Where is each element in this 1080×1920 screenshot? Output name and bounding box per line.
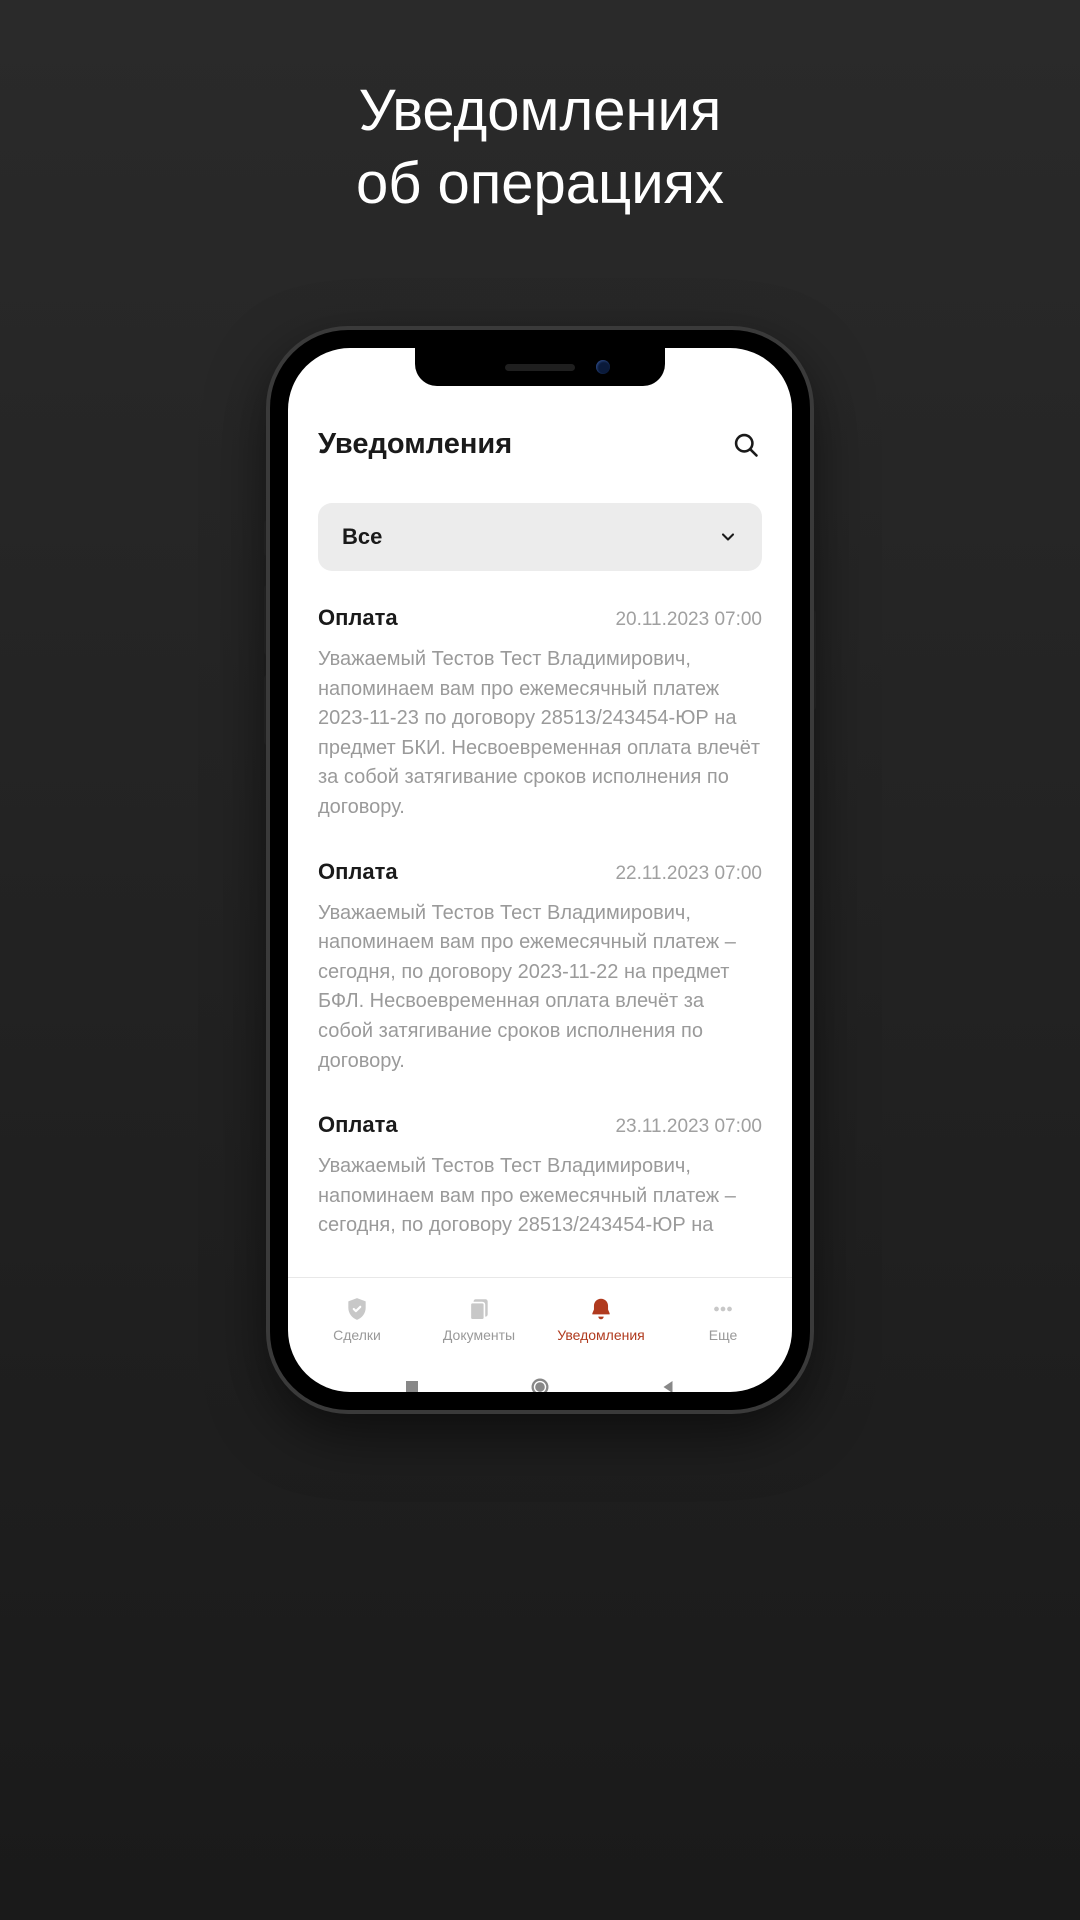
nav-home-button[interactable] [527, 1374, 553, 1392]
tab-documents[interactable]: Документы [418, 1278, 540, 1361]
page-title: Уведомления [318, 428, 512, 461]
search-button[interactable] [730, 429, 762, 461]
phone-mockup: Уведомления Все [270, 330, 810, 1410]
notification-body: Уважаемый Тестов Тест Владимирович, напо… [318, 645, 762, 823]
tab-more[interactable]: Еще [662, 1278, 784, 1361]
phone-camera [596, 360, 610, 374]
shield-check-icon [344, 1296, 370, 1322]
more-icon [710, 1296, 736, 1322]
phone-screen: Уведомления Все [288, 348, 792, 1392]
notification-body: Уважаемый Тестов Тест Владимирович, напо… [318, 899, 762, 1077]
tab-label: Сделки [333, 1327, 381, 1343]
notification-title: Оплата [318, 605, 398, 631]
chevron-down-icon [718, 527, 738, 547]
notification-header: Оплата 22.11.2023 07:00 [318, 859, 762, 885]
tab-bar: Сделки Документы [288, 1277, 792, 1361]
nav-recents-button[interactable] [399, 1374, 425, 1392]
notification-timestamp: 22.11.2023 07:00 [615, 863, 762, 885]
phone-speaker [505, 364, 575, 371]
hero-title: Уведомления об операциях [356, 75, 724, 220]
search-icon [732, 431, 760, 459]
notification-item[interactable]: Оплата 22.11.2023 07:00 Уважаемый Тестов… [318, 859, 762, 1077]
app-container: Уведомления Все [288, 348, 792, 1392]
documents-icon [466, 1296, 492, 1322]
notification-header: Оплата 23.11.2023 07:00 [318, 1112, 762, 1138]
tab-label: Еще [709, 1327, 738, 1343]
filter-selected-label: Все [342, 524, 382, 550]
filter-dropdown[interactable]: Все [318, 503, 762, 571]
notification-title: Оплата [318, 1112, 398, 1138]
tab-label: Документы [443, 1327, 515, 1343]
square-icon [403, 1378, 421, 1392]
content-area: Все Оплата 20.11.2023 07:00 Уважаемый [288, 485, 792, 1277]
tab-label: Уведомления [557, 1327, 645, 1343]
notification-timestamp: 23.11.2023 07:00 [615, 1116, 762, 1138]
circle-icon [529, 1376, 551, 1392]
system-nav-bar [288, 1361, 792, 1392]
notification-timestamp: 20.11.2023 07:00 [615, 609, 762, 631]
phone-side-button [810, 610, 816, 710]
notification-title: Оплата [318, 859, 398, 885]
notification-body: Уважаемый Тестов Тест Владимирович, напо… [318, 1152, 762, 1241]
notification-item[interactable]: Оплата 23.11.2023 07:00 Уважаемый Тестов… [318, 1112, 762, 1241]
app-header: Уведомления [288, 408, 792, 485]
hero-line2: об операциях [356, 148, 724, 221]
nav-back-button[interactable] [655, 1374, 681, 1392]
hero-line1: Уведомления [356, 75, 724, 148]
notification-item[interactable]: Оплата 20.11.2023 07:00 Уважаемый Тестов… [318, 605, 762, 823]
phone-body: Уведомления Все [270, 330, 810, 1410]
triangle-back-icon [659, 1378, 677, 1392]
tab-deals[interactable]: Сделки [296, 1278, 418, 1361]
tab-notifications[interactable]: Уведомления [540, 1278, 662, 1361]
bell-icon [588, 1296, 614, 1322]
phone-notch [415, 348, 665, 386]
notification-header: Оплата 20.11.2023 07:00 [318, 605, 762, 631]
